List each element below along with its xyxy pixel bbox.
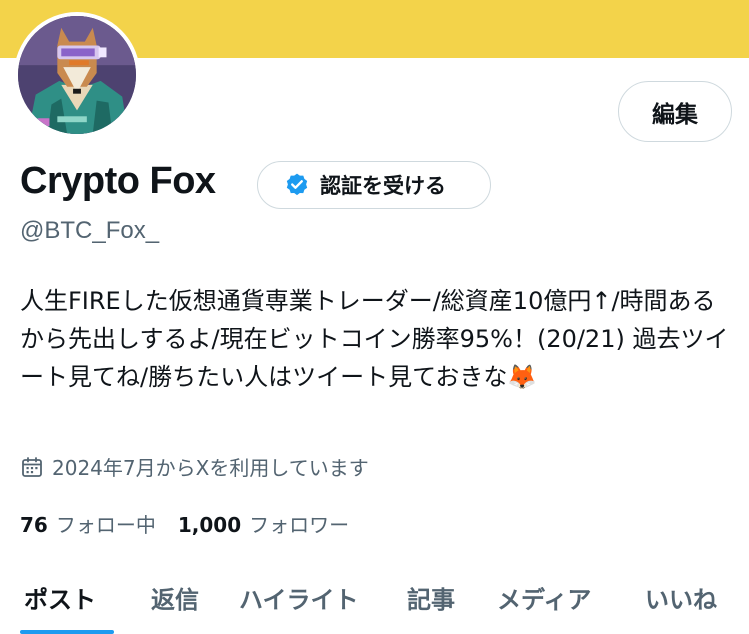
following-count[interactable]: 76 [20,513,48,537]
followers-count[interactable]: 1,000 [178,513,241,537]
tab-likes[interactable]: いいね [645,580,717,615]
fox-avatar-image [18,16,136,134]
tab-posts[interactable]: ポスト [24,580,96,615]
profile-avatar[interactable] [14,12,140,138]
follow-stats: 76 フォロー中 1,000 フォロワー [20,509,371,538]
profile-handle: @BTC_Fox_ [20,217,160,244]
profile-name: Crypto Fox [20,160,216,202]
joined-text: 2024年7月からXを利用しています [52,456,369,480]
tab-replies[interactable]: 返信 [151,580,199,615]
tab-highlights[interactable]: ハイライト [239,580,359,615]
get-verified-button[interactable]: 認証を受ける [257,161,491,209]
tab-articles[interactable]: 記事 [407,580,455,615]
tab-media[interactable]: メディア [497,580,591,615]
joined-date: 2024年7月からXを利用しています [20,452,369,481]
verified-badge-icon [286,173,308,196]
edit-profile-button[interactable]: 編集 [618,81,732,142]
get-verified-label: 認証を受ける [320,174,446,198]
calendar-icon [22,456,42,477]
profile-tabs: ポスト 返信 ハイライト 記事 メディア いいね [0,570,749,634]
following-label[interactable]: フォロー中 [56,509,156,538]
profile-bio: 人生FIREした仮想通貨専業トレーダー/総資産10億円↑/時間あるから先出しする… [20,287,729,391]
active-tab-indicator [20,630,114,634]
followers-label[interactable]: フォロワー [249,509,349,538]
